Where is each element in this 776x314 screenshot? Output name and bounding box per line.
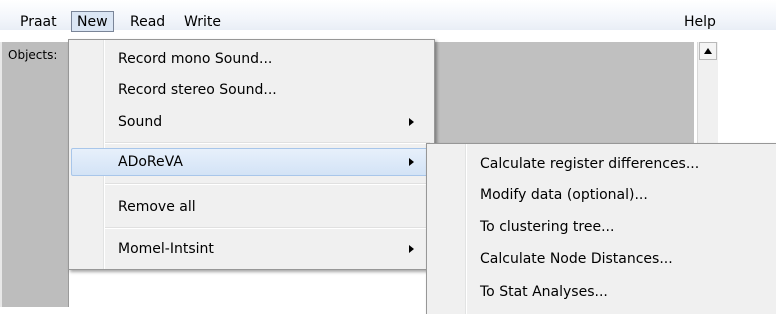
menu-separator xyxy=(105,183,430,185)
menu-item-modify-data[interactable]: Modify data (optional)... xyxy=(429,181,776,209)
menu-item-sound[interactable]: Sound xyxy=(71,108,432,136)
menu-item-record-mono-sound[interactable]: Record mono Sound... xyxy=(71,45,432,73)
menu-item-label: Remove all xyxy=(118,199,196,215)
menu-item-label: ADoReVA xyxy=(118,154,183,170)
menu-separator xyxy=(105,142,430,144)
scroll-up-arrow-icon xyxy=(704,48,712,54)
objects-panel xyxy=(2,42,69,307)
menu-item-record-stereo-sound[interactable]: Record stereo Sound... xyxy=(71,76,432,104)
submenu-arrow-icon xyxy=(409,158,414,166)
menu-item-label: Record mono Sound... xyxy=(118,51,273,67)
menu-item-to-clustering-tree[interactable]: To clustering tree... xyxy=(429,213,776,241)
menu-item-remove-all[interactable]: Remove all xyxy=(71,193,432,221)
menu-item-label: To Stat Analyses... xyxy=(480,284,608,300)
menu-item-label: Momel-Intsint xyxy=(118,241,214,257)
scroll-up-button[interactable] xyxy=(699,42,717,60)
objects-label: Objects: xyxy=(8,48,58,62)
menu-item-calculate-register-differences[interactable]: Calculate register differences... xyxy=(429,150,776,178)
menu-separator xyxy=(105,227,430,229)
menu-read[interactable]: Read xyxy=(124,12,171,33)
menu-item-calculate-node-distances[interactable]: Calculate Node Distances... xyxy=(429,245,776,273)
menu-item-label: Calculate Node Distances... xyxy=(480,251,673,267)
submenu-arrow-icon xyxy=(409,118,414,126)
menu-item-label: Record stereo Sound... xyxy=(118,82,277,98)
menu-item-label: Modify data (optional)... xyxy=(480,187,648,203)
adoreva-submenu: Calculate register differences... Modify… xyxy=(426,143,776,314)
menu-item-to-stat-analyses[interactable]: To Stat Analyses... xyxy=(429,278,776,306)
menu-new[interactable]: New xyxy=(71,11,114,32)
menu-item-momel-intsint[interactable]: Momel-Intsint xyxy=(71,235,432,263)
menu-praat[interactable]: Praat xyxy=(14,12,63,33)
menu-help[interactable]: Help xyxy=(678,12,722,33)
menu-item-adoreva[interactable]: ADoReVA xyxy=(71,148,432,176)
menu-item-label: Calculate register differences... xyxy=(480,156,700,172)
new-menu: Record mono Sound... Record stereo Sound… xyxy=(68,39,435,270)
menu-write[interactable]: Write xyxy=(178,12,227,33)
menu-bar: Praat New Read Write Help xyxy=(0,0,776,33)
menu-item-label: Sound xyxy=(118,114,163,130)
submenu-arrow-icon xyxy=(409,245,414,253)
menu-item-label: To clustering tree... xyxy=(480,219,615,235)
